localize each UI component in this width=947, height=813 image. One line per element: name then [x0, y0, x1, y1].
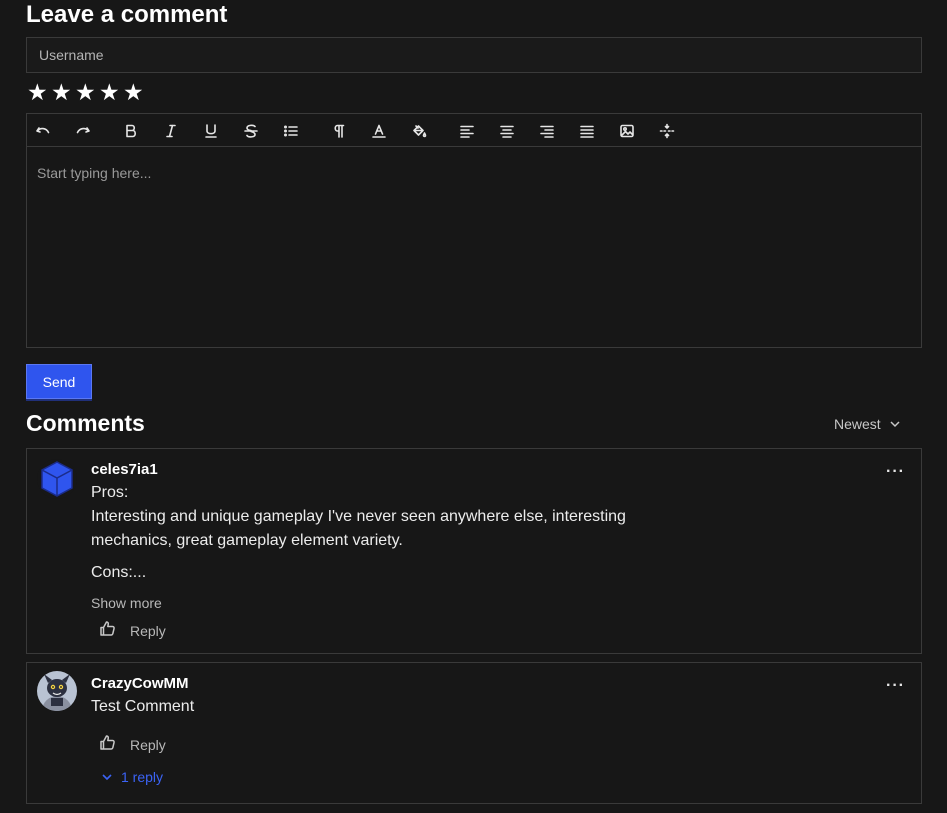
- star-4-icon[interactable]: ★: [99, 81, 120, 104]
- editor-toolbar: [27, 114, 921, 147]
- view-replies-toggle[interactable]: 1 reply: [101, 769, 163, 785]
- username-input[interactable]: [26, 37, 922, 73]
- editor-text-area[interactable]: Start typing here...: [27, 147, 921, 347]
- comment-text-line: Interesting and unique gameplay I've nev…: [91, 508, 626, 549]
- strikethrough-icon[interactable]: [238, 119, 264, 142]
- undo-icon[interactable]: [30, 119, 56, 142]
- star-rating[interactable]: ★ ★ ★ ★ ★: [27, 81, 144, 104]
- bold-icon[interactable]: [118, 119, 144, 142]
- cartoon-character-avatar-icon: [37, 671, 77, 711]
- bullet-list-icon[interactable]: [278, 119, 304, 142]
- avatar[interactable]: [37, 671, 77, 711]
- text-color-icon[interactable]: [366, 119, 392, 142]
- leave-comment-title: Leave a comment: [26, 1, 228, 28]
- fill-color-icon[interactable]: [406, 119, 432, 142]
- comment-text-line: Cons:...: [91, 564, 147, 581]
- comment-item: CrazyCowMM ··· Test Comment Reply 1 repl…: [26, 662, 922, 804]
- thumbs-up-icon[interactable]: [99, 734, 116, 756]
- send-button[interactable]: Send: [26, 364, 92, 399]
- chevron-down-icon: [890, 421, 900, 428]
- comment-username[interactable]: CrazyCowMM: [91, 675, 189, 692]
- comment-editor: Start typing here...: [26, 113, 922, 348]
- align-center-icon[interactable]: [494, 119, 520, 142]
- align-left-icon[interactable]: [454, 119, 480, 142]
- star-1-icon[interactable]: ★: [27, 81, 48, 104]
- italic-icon[interactable]: [158, 119, 184, 142]
- comment-item: celes7ia1 ··· Pros: Interesting and uniq…: [26, 448, 922, 654]
- comments-title: Comments: [26, 410, 145, 436]
- horizontal-rule-icon[interactable]: [654, 119, 680, 142]
- sort-dropdown[interactable]: Newest: [834, 416, 901, 432]
- image-icon[interactable]: [614, 119, 640, 142]
- comment-username[interactable]: celes7ia1: [91, 461, 158, 478]
- more-options-icon[interactable]: ···: [886, 677, 905, 695]
- align-right-icon[interactable]: [534, 119, 560, 142]
- align-justify-icon[interactable]: [574, 119, 600, 142]
- star-3-icon[interactable]: ★: [75, 81, 96, 104]
- replies-count-label: 1 reply: [121, 769, 164, 785]
- show-more-link[interactable]: Show more: [91, 595, 162, 611]
- comment-text-line: Pros:: [91, 484, 129, 501]
- avatar[interactable]: [37, 459, 77, 499]
- more-options-icon[interactable]: ···: [886, 463, 905, 481]
- reply-button[interactable]: Reply: [130, 737, 166, 753]
- chevron-down-icon: [102, 774, 112, 781]
- underline-icon[interactable]: [198, 119, 224, 142]
- thumbs-up-icon[interactable]: [99, 620, 116, 642]
- star-2-icon[interactable]: ★: [51, 81, 72, 104]
- comment-text-line: Test Comment: [91, 698, 195, 715]
- comment-actions: Reply: [99, 734, 166, 756]
- reply-button[interactable]: Reply: [130, 623, 166, 639]
- paragraph-icon[interactable]: [326, 119, 352, 142]
- star-5-icon[interactable]: ★: [123, 81, 144, 104]
- comment-actions: Reply: [99, 620, 166, 642]
- sort-label: Newest: [834, 416, 881, 432]
- redo-icon[interactable]: [70, 119, 96, 142]
- blue-cube-avatar-icon: [37, 459, 77, 499]
